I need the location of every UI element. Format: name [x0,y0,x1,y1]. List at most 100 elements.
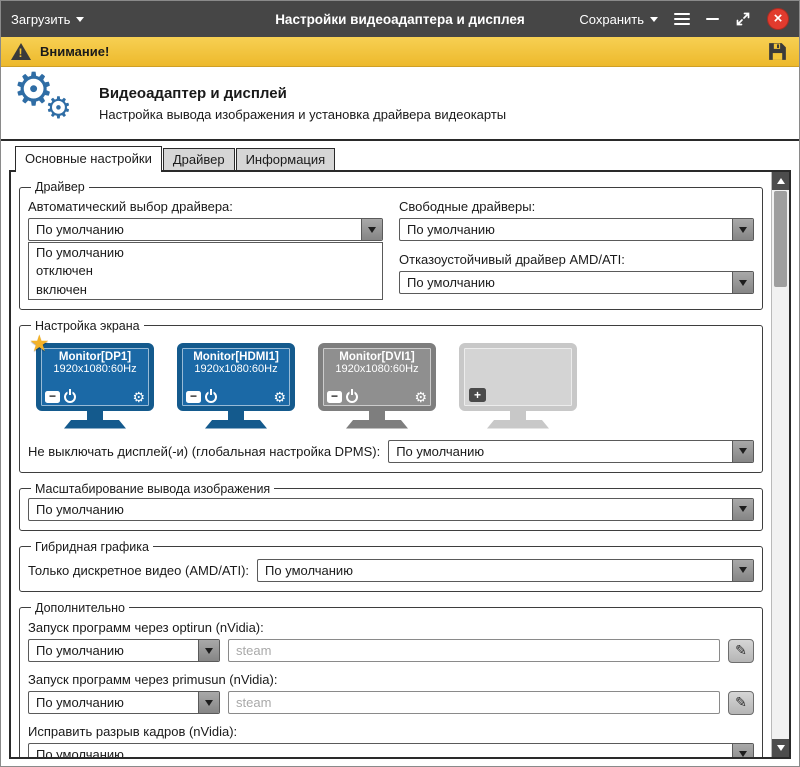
vertical-scrollbar[interactable] [771,172,789,757]
warning-label: Внимание! [40,44,109,59]
tab-information[interactable]: Информация [236,148,336,170]
minimize-icon [706,18,719,21]
hybrid-section: Гибридная графика Только дискретное виде… [19,540,763,592]
scroll-up-button[interactable] [772,172,789,190]
free-drivers-label: Свободные драйверы: [399,199,754,214]
auto-driver-combobox[interactable]: По умолчанию [28,218,383,241]
header-text: Видеоадаптер и дисплей Настройка вывода … [99,85,506,122]
monitor-settings-icon[interactable]: ⚙ [414,391,427,403]
optirun-label: Запуск программ через optirun (nVidia): [28,620,754,635]
optirun-edit-button[interactable]: ✎ [728,639,754,663]
pencil-icon: ✎ [735,642,747,659]
hybrid-section-legend: Гибридная графика [31,540,153,554]
app-window: Загрузить Настройки видеоадаптера и дисп… [0,0,800,767]
page-header: ⚙ ⚙ Видеоадаптер и дисплей Настройка выв… [1,67,799,141]
chevron-down-icon [76,17,84,22]
dpms-label: Не выключать дисплей(-и) (глобальная нас… [28,444,380,459]
load-button-label: Загрузить [11,12,70,27]
monitor-settings-icon[interactable]: ⚙ [273,391,286,403]
titlebar-actions: Сохранить × [579,8,789,30]
failsafe-amd-combobox[interactable]: По умолчанию [399,271,754,294]
tab-main-settings[interactable]: Основные настройки [15,146,162,172]
pencil-icon: ✎ [735,694,747,711]
monitor-hdmi1[interactable]: Monitor[HDMI1] 1920x1080:60Hz − ⚙ [177,343,295,429]
auto-driver-options-list: По умолчанию отключен включен [28,242,383,300]
dropdown-arrow-icon[interactable] [732,441,753,462]
monitor-power-button[interactable] [64,391,76,403]
gears-icon: ⚙ ⚙ [13,72,85,134]
scroll-content: Драйвер Автоматический выбор драйвера: П… [11,172,771,757]
quick-save-button[interactable] [766,40,789,63]
dropdown-arrow-icon[interactable] [198,640,219,661]
monitor-remove-button[interactable]: − [327,391,342,403]
save-button-label: Сохранить [579,12,644,27]
monitor-settings-icon[interactable]: ⚙ [132,391,145,403]
window-title: Настройки видеоадаптера и дисплея [275,12,525,27]
option-disabled[interactable]: отключен [29,262,382,281]
maximize-button[interactable] [735,11,751,27]
extra-section-legend: Дополнительно [31,601,129,615]
dropdown-arrow-icon[interactable] [732,499,753,520]
discrete-only-combobox[interactable]: По умолчанию [257,559,754,582]
close-button[interactable]: × [767,8,789,30]
scaling-section: Масштабирование вывода изображения По ум… [19,482,763,531]
monitor-power-button[interactable] [346,391,358,403]
monitor-row: ★ Monitor[DP1] 1920x1080:60Hz − ⚙ [28,335,754,431]
dropdown-arrow-icon[interactable] [732,272,753,293]
free-drivers-combobox[interactable]: По умолчанию [399,218,754,241]
tearing-combobox[interactable]: По умолчанию [28,743,754,758]
dropdown-arrow-icon[interactable] [732,560,753,581]
monitor-remove-button[interactable]: − [45,391,60,403]
scaling-combobox[interactable]: По умолчанию [28,498,754,521]
dropdown-arrow-icon[interactable] [361,219,382,240]
page-title: Видеоадаптер и дисплей [99,85,506,102]
floppy-disk-icon [766,40,789,63]
driver-section-legend: Драйвер [31,180,89,194]
close-icon: × [774,10,783,27]
dropdown-arrow-icon[interactable] [198,692,219,713]
minimize-button[interactable] [706,18,719,21]
monitor-remove-button[interactable]: − [186,391,201,403]
tab-driver[interactable]: Драйвер [163,148,235,170]
warning-icon [11,43,31,60]
failsafe-amd-label: Отказоустойчивый драйвер AMD/ATI: [399,252,754,267]
save-button[interactable]: Сохранить [579,12,658,27]
load-button[interactable]: Загрузить [11,12,84,27]
primusrun-combobox[interactable]: По умолчанию [28,691,220,714]
arrow-up-icon [777,178,785,184]
arrow-down-icon [777,745,785,751]
tab-bar: Основные настройки Драйвер Информация [1,141,799,170]
content-panel: Драйвер Автоматический выбор драйвера: П… [9,170,791,759]
monitor-dp1[interactable]: ★ Monitor[DP1] 1920x1080:60Hz − ⚙ [36,343,154,429]
auto-driver-label: Автоматический выбор драйвера: [28,199,383,214]
scrollbar-thumb[interactable] [774,191,787,287]
monitor-dvi1[interactable]: Monitor[DVI1] 1920x1080:60Hz − ⚙ [318,343,436,429]
scroll-down-button[interactable] [772,739,789,757]
option-default[interactable]: По умолчанию [29,243,382,262]
dropdown-arrow-icon[interactable] [732,219,753,240]
scrollbar-track[interactable] [772,190,789,739]
hamburger-icon [674,18,690,21]
monitor-add-button[interactable]: + [469,388,486,402]
monitor-add-slot[interactable]: + [459,343,577,429]
primusrun-edit-button[interactable]: ✎ [728,691,754,715]
chevron-down-icon [650,17,658,22]
primary-star-icon: ★ [29,330,50,357]
dpms-combobox[interactable]: По умолчанию [388,440,754,463]
titlebar: Загрузить Настройки видеоадаптера и дисп… [1,1,799,37]
optirun-command-input[interactable] [228,639,720,662]
primusrun-label: Запуск программ через primusun (nVidia): [28,672,754,687]
optirun-combobox[interactable]: По умолчанию [28,639,220,662]
extra-section: Дополнительно Запуск программ через opti… [19,601,763,758]
discrete-only-label: Только дискретное видео (AMD/ATI): [28,563,249,578]
menu-button[interactable] [674,18,690,21]
screen-section: Настройка экрана ★ Monitor[DP1] 1920x108… [19,319,763,473]
expand-icon [735,11,751,27]
monitor-power-button[interactable] [205,391,217,403]
page-subtitle: Настройка вывода изображения и установка… [99,107,506,122]
tearing-label: Исправить разрыв кадров (nVidia): [28,724,754,739]
option-enabled[interactable]: включен [29,280,382,299]
scaling-section-legend: Масштабирование вывода изображения [31,482,274,496]
primusrun-command-input[interactable] [228,691,720,714]
dropdown-arrow-icon[interactable] [732,744,753,758]
